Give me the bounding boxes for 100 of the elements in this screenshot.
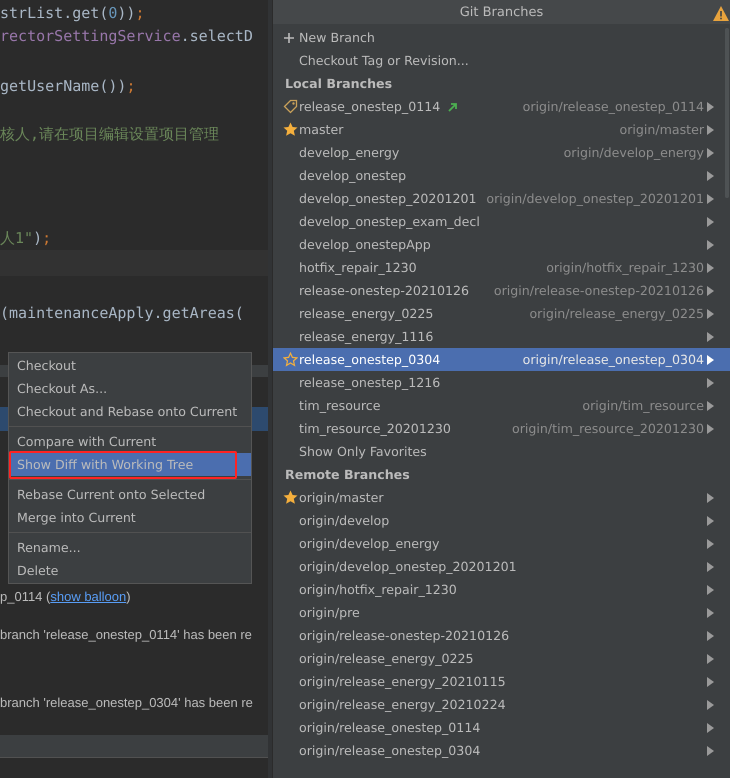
submenu-arrow-icon: [707, 240, 714, 250]
branch-item[interactable]: master origin/master: [273, 118, 730, 141]
branch-item[interactable]: origin/release-onestep-20210126: [273, 624, 730, 647]
branch-item[interactable]: release_onestep_0304 origin/release_onestep_0304: [273, 348, 730, 371]
branch-name: release_onestep_0114: [299, 99, 440, 114]
submenu-arrow-icon: [707, 584, 714, 594]
submenu-arrow-icon: [707, 492, 714, 502]
branch-item[interactable]: origin/master: [273, 486, 730, 509]
star-outline-icon: [283, 352, 298, 367]
branch-item[interactable]: tim_resource origin/tim_resource: [273, 394, 730, 417]
branch-item[interactable]: hotfix_repair_1230 origin/hotfix_repair_1230: [273, 256, 730, 279]
menu-item[interactable]: Rename...: [9, 536, 251, 559]
branch-item[interactable]: release_onestep_0114 origin/release_onestep_0114: [273, 95, 730, 118]
menu-item[interactable]: Checkout As...: [9, 377, 251, 400]
branch-item[interactable]: release_energy_0225 origin/release_energy_0225: [273, 302, 730, 325]
branch-item[interactable]: develop_onestep_exam_decl: [273, 210, 730, 233]
branch-name: release_energy_1116: [299, 329, 434, 344]
branch-item[interactable]: develop_energy origin/develop_energy: [273, 141, 730, 164]
submenu-arrow-icon: [707, 676, 714, 686]
code-line: rectorSettingService.selectD: [0, 26, 253, 47]
submenu-arrow-icon: [707, 746, 714, 756]
branch-name: develop_onestep_20201201: [299, 191, 477, 206]
log-message: p_0114 (: [0, 589, 50, 604]
branch-name: master: [299, 122, 344, 137]
log-message: ): [126, 589, 131, 604]
code-line: 核人,请在项目编辑设置项目管理: [0, 124, 220, 145]
branch-item[interactable]: origin/release_onestep_0304: [273, 739, 730, 762]
branch-name: origin/release_energy_0225: [299, 651, 474, 666]
submenu-arrow-icon: [707, 654, 714, 664]
tracked-branch: origin/master: [619, 122, 704, 137]
menu-action[interactable]: Checkout Tag or Revision...: [299, 53, 469, 68]
section-heading: Local Branches: [285, 76, 392, 91]
branch-name: origin/develop_onestep_20201201: [299, 559, 517, 574]
submenu-arrow-icon: [707, 424, 714, 434]
show-balloon-link[interactable]: show balloon: [50, 589, 126, 604]
submenu-arrow-icon: [707, 562, 714, 572]
branch-item[interactable]: origin/develop_onestep_20201201: [273, 555, 730, 578]
code-line: getUserName());: [0, 76, 136, 97]
tag-icon: [283, 99, 298, 114]
branch-name: hotfix_repair_1230: [299, 260, 417, 275]
submenu-arrow-icon: [707, 700, 714, 710]
submenu-arrow-icon: [707, 538, 714, 548]
branch-name: origin/pre: [299, 605, 360, 620]
menu-item[interactable]: Rebase Current onto Selected: [9, 483, 251, 506]
branch-item[interactable]: origin/hotfix_repair_1230: [273, 578, 730, 601]
tracked-branch: origin/develop_onestep_20201201: [486, 191, 704, 206]
branch-name: develop_energy: [299, 145, 400, 160]
branch-name: origin/release-onestep-20210126: [299, 628, 510, 643]
branch-item[interactable]: origin/develop_energy: [273, 532, 730, 555]
submenu-arrow-icon: [707, 102, 714, 112]
branch-item[interactable]: origin/develop: [273, 509, 730, 532]
branch-item[interactable]: release_energy_1116: [273, 325, 730, 348]
menu-item[interactable]: Compare with Current: [9, 430, 251, 453]
menu-item[interactable]: Merge into Current: [9, 506, 251, 529]
menu-action[interactable]: New Branch: [299, 30, 375, 45]
submenu-arrow-icon: [707, 722, 714, 732]
branch-item[interactable]: origin/pre: [273, 601, 730, 624]
log-message: branch 'release_onestep_0114' has been re: [0, 626, 252, 644]
code-line: 人1");: [0, 228, 52, 249]
branch-item[interactable]: develop_onestep: [273, 164, 730, 187]
branch-item[interactable]: origin/release_onestep_0114: [273, 716, 730, 739]
tracked-branch: origin/release_onestep_0114: [522, 99, 704, 114]
menu-item[interactable]: Checkout: [9, 354, 251, 377]
branch-item[interactable]: origin/release_energy_20210224: [273, 693, 730, 716]
submenu-arrow-icon: [707, 516, 714, 526]
tracked-branch: origin/release_energy_0225: [529, 306, 704, 321]
tracked-branch: origin/tim_resource_20201230: [512, 421, 704, 436]
branch-name: origin/release_onestep_0114: [299, 720, 480, 735]
branch-item[interactable]: origin/release_energy_0225: [273, 647, 730, 670]
tracked-branch: origin/tim_resource: [582, 398, 704, 413]
menu-item[interactable]: Delete: [9, 559, 251, 582]
branch-item[interactable]: develop_onestep_20201201 origin/develop_onestep_20201201: [273, 187, 730, 210]
branch-name: tim_resource_20201230: [299, 421, 451, 436]
branch-name: origin/hotfix_repair_1230: [299, 582, 457, 597]
submenu-arrow-icon: [707, 286, 714, 296]
section-heading: Remote Branches: [285, 467, 410, 482]
submenu-arrow-icon: [707, 194, 714, 204]
submenu-arrow-icon: [707, 148, 714, 158]
submenu-arrow-icon: [707, 262, 714, 272]
submenu-arrow-icon: [707, 170, 714, 180]
branch-item[interactable]: tim_resource_20201230 origin/tim_resource_20201230: [273, 417, 730, 440]
submenu-arrow-icon: [707, 308, 714, 318]
branch-name: tim_resource: [299, 398, 380, 413]
log-message: branch 'release_onestep_0304' has been re: [0, 694, 253, 712]
branch-name: release-onestep-20210126: [299, 283, 470, 298]
submenu-arrow-icon: [707, 332, 714, 342]
tracked-branch: origin/release_onestep_0304: [522, 352, 704, 367]
menu-item[interactable]: Checkout and Rebase onto Current: [9, 400, 251, 423]
branch-name: origin/master: [299, 490, 384, 505]
submenu-arrow-icon: [707, 400, 714, 410]
star-icon: [283, 490, 298, 505]
branch-item[interactable]: origin/release_energy_20210115: [273, 670, 730, 693]
code-line: strList.get(0));: [0, 3, 144, 24]
branch-item[interactable]: develop_onestepApp: [273, 233, 730, 256]
submenu-arrow-icon: [707, 124, 714, 134]
star-icon: [283, 122, 298, 137]
branch-item[interactable]: release_onestep_1216: [273, 371, 730, 394]
branch-item[interactable]: release-onestep-20210126 origin/release-onestep-20210126: [273, 279, 730, 302]
submenu-arrow-icon: [707, 608, 714, 618]
menu-action[interactable]: Show Only Favorites: [299, 444, 427, 459]
